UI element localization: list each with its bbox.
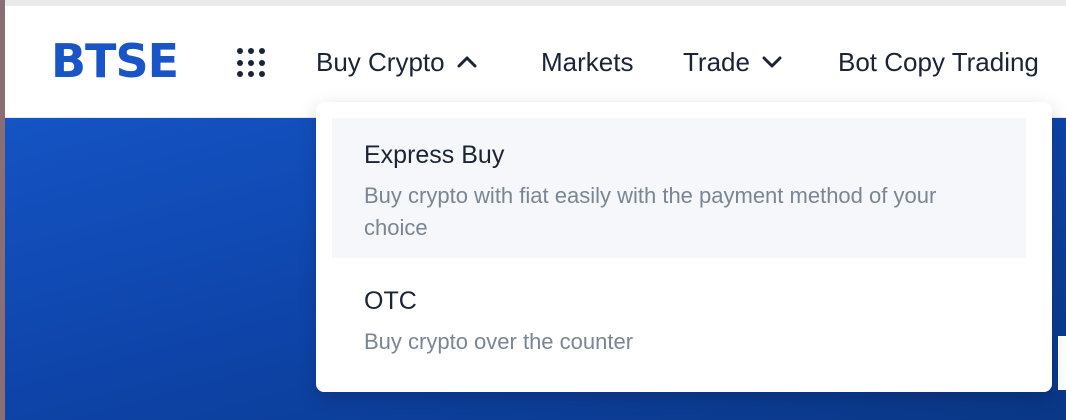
nav-trade-label: Trade [683,46,750,77]
menu-item-description: Buy crypto with fiat easily with the pay… [364,183,937,240]
nav-trade[interactable]: Trade [683,42,784,82]
nav-buy-crypto[interactable]: Buy Crypto [316,42,479,82]
chevron-down-icon [762,56,782,68]
menu-item-title: OTC [364,287,417,315]
window-left-edge [0,0,5,420]
menu-item-otc[interactable]: OTC Buy crypto over the counter [332,272,1026,372]
hero-edge-panel [1058,336,1066,390]
chevron-up-icon [457,56,477,68]
nav-bot-copy-trading-label: Bot Copy Trading [838,46,1039,77]
nav-markets-label: Markets [541,46,634,77]
menu-item-description: Buy crypto over the counter [364,329,634,354]
menu-item-title: Express Buy [364,141,505,169]
page: BTSE Buy Crypto Markets Trade Bot Copy T… [0,0,1066,420]
btse-logo[interactable]: BTSE [51,36,179,86]
nav-bot-copy-trading[interactable]: Bot Copy Trading [838,42,1039,82]
nav-buy-crypto-label: Buy Crypto [316,46,445,77]
nav-markets[interactable]: Markets [541,42,633,82]
grid-dots-icon[interactable] [237,48,267,78]
menu-item-express-buy[interactable]: Express Buy Buy crypto with fiat easily … [332,118,1026,258]
buy-crypto-dropdown: Express Buy Buy crypto with fiat easily … [316,102,1052,392]
